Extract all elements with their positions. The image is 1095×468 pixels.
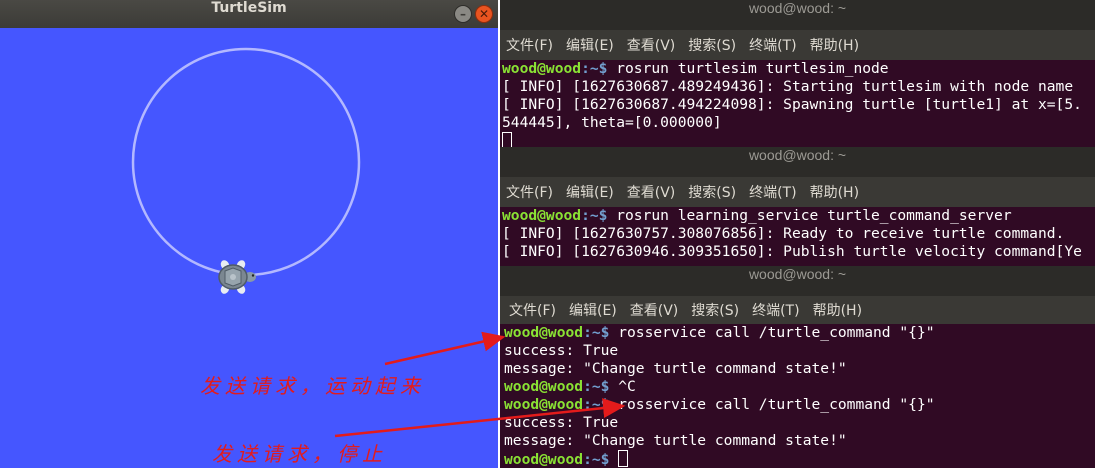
menu-edit[interactable]: 编辑(E) xyxy=(566,35,614,55)
cursor xyxy=(502,132,512,148)
menu-file[interactable]: 文件(F) xyxy=(506,35,553,55)
terminal-output[interactable]: wood@wood:~$ rosservice call /turtle_com… xyxy=(500,324,1095,468)
menu-view[interactable]: 查看(V) xyxy=(627,35,676,55)
terminal-line: wood@wood:~$ rosrun turtlesim turtlesim_… xyxy=(502,60,889,77)
menu-terminal[interactable]: 终端(T) xyxy=(749,35,796,55)
terminal-line: [ INFO] [1627630946.309351650]: Publish … xyxy=(502,243,1082,260)
menu-help[interactable]: 帮助(H) xyxy=(810,182,859,202)
menu-file[interactable]: 文件(F) xyxy=(509,300,556,320)
terminal-cursor-line xyxy=(500,132,1095,148)
terminal-title: wood@wood: ~ xyxy=(500,147,1095,177)
terminal-line: [ INFO] [1627630757.308076856]: Ready to… xyxy=(502,225,1065,242)
terminal-title: wood@wood: ~ xyxy=(500,0,1095,30)
terminal-window-3[interactable]: wood@wood: ~ 文件(F) 编辑(E) 查看(V) 搜索(S) 终端(… xyxy=(500,264,1095,468)
terminal-line: 544445], theta=[0.000000] xyxy=(502,114,722,131)
turtle-trail xyxy=(131,47,361,277)
menu-search[interactable]: 搜索(S) xyxy=(688,35,736,55)
turtlesim-canvas xyxy=(131,47,361,294)
menu-view[interactable]: 查看(V) xyxy=(627,182,676,202)
minimize-icon[interactable]: – xyxy=(454,5,472,23)
terminal-output[interactable]: wood@wood:~$ rosrun learning_service tur… xyxy=(500,207,1095,261)
terminal-output[interactable]: wood@wood:~$ rosrun turtlesim turtlesim_… xyxy=(500,60,1095,148)
terminal-line: message: "Change turtle command state!" xyxy=(504,432,847,449)
terminal-line: [ INFO] [1627630687.489249436]: Starting… xyxy=(502,78,1082,95)
turtlesim-titlebar[interactable]: TurtleSim – ✕ xyxy=(0,0,498,28)
terminal-menubar: 文件(F) 编辑(E) 查看(V) 搜索(S) 终端(T) 帮助(H) xyxy=(500,30,1095,60)
terminal-window-2[interactable]: wood@wood: ~ 文件(F) 编辑(E) 查看(V) 搜索(S) 终端(… xyxy=(500,147,1095,264)
annotation-stop: 发送请求，停止 xyxy=(212,442,387,466)
terminal-line: wood@wood:~$ ^C xyxy=(504,378,636,395)
cursor xyxy=(618,450,629,467)
menu-file[interactable]: 文件(F) xyxy=(506,182,553,202)
terminal-line: message: "Change turtle command state!" xyxy=(504,360,847,377)
turtle-icon xyxy=(218,260,256,294)
menu-edit[interactable]: 编辑(E) xyxy=(566,182,614,202)
terminal-line: wood@wood:~$ xyxy=(502,450,1095,468)
menu-search[interactable]: 搜索(S) xyxy=(691,300,739,320)
menu-help[interactable]: 帮助(H) xyxy=(813,300,862,320)
menu-view[interactable]: 查看(V) xyxy=(630,300,679,320)
close-icon[interactable]: ✕ xyxy=(475,5,493,23)
menu-terminal[interactable]: 终端(T) xyxy=(752,300,799,320)
terminal-line: wood@wood:~$ rosservice call /turtle_com… xyxy=(504,396,935,413)
menu-edit[interactable]: 编辑(E) xyxy=(569,300,617,320)
menu-search[interactable]: 搜索(S) xyxy=(688,182,736,202)
terminal-title: wood@wood: ~ xyxy=(500,266,1095,296)
terminal-line: success: True xyxy=(504,342,619,359)
menu-terminal[interactable]: 终端(T) xyxy=(749,182,796,202)
terminal-line: [ INFO] [1627630687.494224098]: Spawning… xyxy=(502,96,1082,113)
terminal-line: wood@wood:~$ rosrun learning_service tur… xyxy=(502,207,1012,224)
terminal-line: wood@wood:~$ rosservice call /turtle_com… xyxy=(504,324,935,341)
annotation-start: 发送请求，运动起来 xyxy=(200,374,425,398)
terminal-line: success: True xyxy=(504,414,619,431)
terminal-window-1[interactable]: wood@wood: ~ 文件(F) 编辑(E) 查看(V) 搜索(S) 终端(… xyxy=(500,0,1095,148)
turtlesim-title: TurtleSim xyxy=(211,0,287,16)
menu-help[interactable]: 帮助(H) xyxy=(810,35,859,55)
terminal-menubar: 文件(F) 编辑(E) 查看(V) 搜索(S) 终端(T) 帮助(H) xyxy=(500,296,1095,324)
terminal-menubar: 文件(F) 编辑(E) 查看(V) 搜索(S) 终端(T) 帮助(H) xyxy=(500,177,1095,207)
